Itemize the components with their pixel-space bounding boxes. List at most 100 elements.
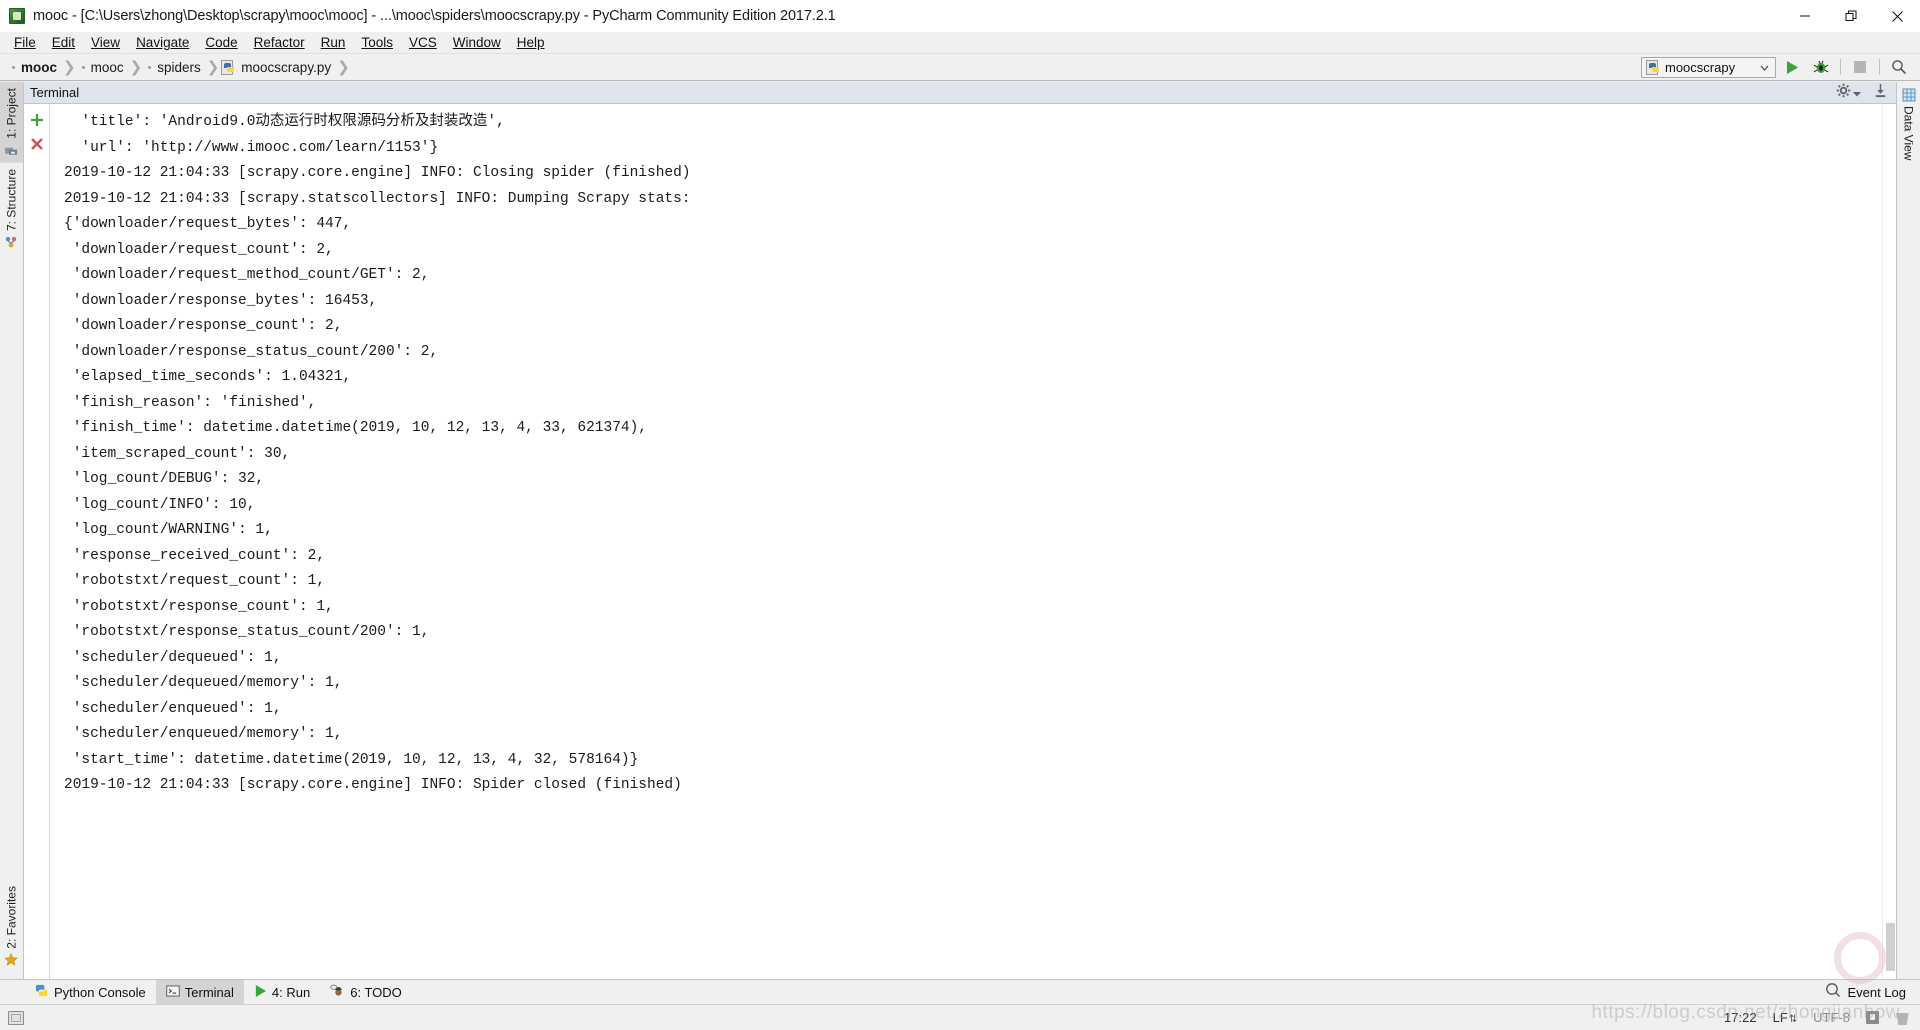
sidebar-item-favorites-label: 2: Favorites bbox=[4, 886, 19, 949]
sidebar-item-data-view[interactable]: Data View bbox=[1897, 82, 1920, 166]
terminal-line: 'scheduler/dequeued/memory': 1, bbox=[64, 675, 343, 691]
sidebar-item-favorites[interactable]: 2: Favorites bbox=[0, 880, 23, 973]
run-icon bbox=[254, 984, 267, 1001]
terminal-session-actions bbox=[24, 104, 50, 979]
menu-window[interactable]: Window bbox=[445, 33, 509, 52]
run-button[interactable] bbox=[1779, 56, 1805, 78]
menu-run[interactable]: Run bbox=[313, 33, 354, 52]
menu-vcs[interactable]: VCS bbox=[401, 33, 445, 52]
breadcrumb-item-mooc[interactable]: mooc bbox=[91, 60, 124, 75]
window-controls bbox=[1782, 0, 1920, 32]
menu-help[interactable]: Help bbox=[509, 33, 553, 52]
menu-window-label: Window bbox=[452, 35, 501, 50]
terminal-scrollbar-thumb[interactable] bbox=[1886, 923, 1895, 971]
right-tool-strip: Data View bbox=[1896, 82, 1920, 979]
menu-view-label: View bbox=[91, 35, 121, 50]
tool-button-run-label: 4: Run bbox=[271, 984, 311, 1000]
tool-button-run[interactable]: 4: Run bbox=[244, 980, 320, 1005]
terminal-line: 'robotstxt/response_count': 1, bbox=[64, 598, 334, 615]
menu-tools-label: Tools bbox=[361, 35, 393, 50]
status-bar-left bbox=[8, 1010, 24, 1025]
status-line-separator[interactable]: LF⇅ bbox=[1773, 1010, 1798, 1025]
terminal-line: 'log_count/DEBUG': 32, bbox=[64, 471, 265, 487]
breadcrumb-item-mooc-root[interactable]: mooc bbox=[21, 60, 57, 75]
restore-icon[interactable] bbox=[1828, 0, 1874, 32]
terminal-line: 2019-10-12 21:04:33 [scrapy.statscollect… bbox=[64, 190, 691, 207]
terminal-line: 'url': 'http://www.imooc.com/learn/1153'… bbox=[64, 139, 439, 156]
breadcrumb-bullet bbox=[81, 65, 85, 69]
status-encoding[interactable]: UTF-8 bbox=[1813, 1010, 1850, 1025]
breadcrumb-separator-icon: ❯ bbox=[63, 58, 76, 76]
terminal-line: 2019-10-12 21:04:33 [scrapy.core.engine]… bbox=[64, 777, 682, 793]
sidebar-item-structure-label: 7: Structure bbox=[4, 168, 19, 231]
menu-view[interactable]: View bbox=[83, 33, 128, 52]
breadcrumb-item-spiders[interactable]: spiders bbox=[157, 60, 201, 75]
terminal-header-actions bbox=[1836, 83, 1896, 103]
menu-bar: File Edit View Navigate Code Refactor Ru… bbox=[0, 32, 1920, 54]
menu-tools[interactable]: Tools bbox=[353, 33, 401, 52]
terminal-title: Terminal bbox=[30, 85, 80, 100]
gear-icon[interactable] bbox=[1836, 83, 1851, 103]
terminal-body: 'title': 'Android9.0动态运行时权限源码分析及封装改造', '… bbox=[24, 104, 1896, 979]
tool-button-todo-label: 6: TODO bbox=[350, 984, 402, 1000]
terminal-line: 'finish_time': datetime.datetime(2019, 1… bbox=[64, 420, 647, 436]
memory-indicator[interactable] bbox=[8, 1010, 24, 1025]
toolbar-separator bbox=[1879, 59, 1880, 75]
run-configuration-label: moocscrapy bbox=[1665, 59, 1736, 75]
close-icon[interactable] bbox=[1874, 0, 1920, 32]
sidebar-item-structure[interactable]: 7: Structure bbox=[0, 163, 23, 255]
search-icon[interactable] bbox=[1886, 56, 1912, 78]
menu-file[interactable]: File bbox=[6, 33, 44, 52]
stop-button[interactable] bbox=[1847, 56, 1873, 78]
menu-edit[interactable]: Edit bbox=[44, 33, 83, 52]
breadcrumb-item-moocscrapy-py[interactable]: moocscrapy.py bbox=[241, 60, 331, 75]
terminal-line: 'finish_reason': 'finished', bbox=[64, 394, 317, 411]
terminal-line: 'elapsed_time_seconds': 1.04321, bbox=[64, 369, 352, 385]
terminal-line: 'response_received_count': 2, bbox=[64, 547, 326, 564]
tool-button-python-console[interactable]: Python Console bbox=[24, 980, 156, 1005]
tool-button-terminal[interactable]: Terminal bbox=[155, 979, 244, 1005]
menu-navigate[interactable]: Navigate bbox=[128, 33, 197, 52]
minimize-icon[interactable] bbox=[1782, 0, 1828, 32]
toolbar-separator bbox=[1840, 59, 1841, 75]
plus-icon[interactable] bbox=[27, 110, 47, 130]
sidebar-item-project-label: 1: Project bbox=[4, 88, 19, 139]
lock-icon[interactable] bbox=[1866, 1011, 1879, 1024]
terminal-line: 'downloader/response_count': 2, bbox=[64, 318, 343, 334]
status-bar: 17:22 LF⇅ UTF-8 bbox=[0, 1004, 1920, 1030]
terminal-line: 'log_count/INFO': 10, bbox=[64, 496, 256, 513]
breadcrumb-bullet bbox=[148, 65, 152, 69]
scroll-to-end-icon[interactable] bbox=[1873, 83, 1888, 103]
status-bar-right: 17:22 LF⇅ UTF-8 bbox=[1724, 1010, 1920, 1025]
chevron-down-icon[interactable] bbox=[1853, 84, 1861, 102]
terminal-output[interactable]: 'title': 'Android9.0动态运行时权限源码分析及封装改造', '… bbox=[50, 104, 1882, 979]
run-configuration-selector[interactable]: moocscrapy bbox=[1641, 56, 1776, 78]
status-line-separator-label: LF bbox=[1772, 1010, 1788, 1025]
sidebar-item-project[interactable]: 1: Project bbox=[0, 82, 23, 163]
python-config-icon bbox=[1646, 60, 1660, 75]
menu-code-label: Code bbox=[205, 35, 238, 50]
terminal-line: 'scheduler/enqueued': 1, bbox=[64, 700, 282, 717]
navigation-bar: mooc ❯ mooc ❯ spiders ❯ moocscrapy.py ❯ … bbox=[0, 54, 1920, 81]
terminal-line: 'scheduler/enqueued/memory': 1, bbox=[64, 726, 343, 742]
tool-button-todo[interactable]: 6: TODO bbox=[320, 980, 412, 1005]
trash-icon[interactable] bbox=[1896, 1013, 1909, 1025]
event-log-button[interactable]: Event Log bbox=[1847, 980, 1906, 1005]
terminal-scrollbar[interactable] bbox=[1882, 104, 1896, 979]
status-time: 17:22 bbox=[1724, 1010, 1757, 1025]
sidebar-item-data-view-label: Data View bbox=[1901, 106, 1916, 161]
debug-button[interactable] bbox=[1808, 56, 1834, 78]
menu-vcs-label: VCS bbox=[408, 35, 437, 50]
terminal-line: 'robotstxt/response_status_count/200': 1… bbox=[64, 624, 430, 640]
menu-code[interactable]: Code bbox=[197, 33, 245, 52]
menu-refactor[interactable]: Refactor bbox=[246, 33, 313, 52]
todo-icon bbox=[330, 983, 345, 1001]
menu-edit-label: Edit bbox=[51, 35, 76, 50]
tool-button-python-console-label: Python Console bbox=[54, 984, 146, 1000]
menu-navigate-label: Navigate bbox=[136, 35, 190, 50]
left-tool-strip: 1: Project 7: Structure 2: Favorites bbox=[0, 82, 24, 979]
grid-icon bbox=[1902, 88, 1916, 102]
structure-icon bbox=[5, 235, 19, 249]
terminal-line: 'robotstxt/request_count': 1, bbox=[64, 573, 326, 589]
close-x-icon[interactable] bbox=[27, 134, 47, 154]
